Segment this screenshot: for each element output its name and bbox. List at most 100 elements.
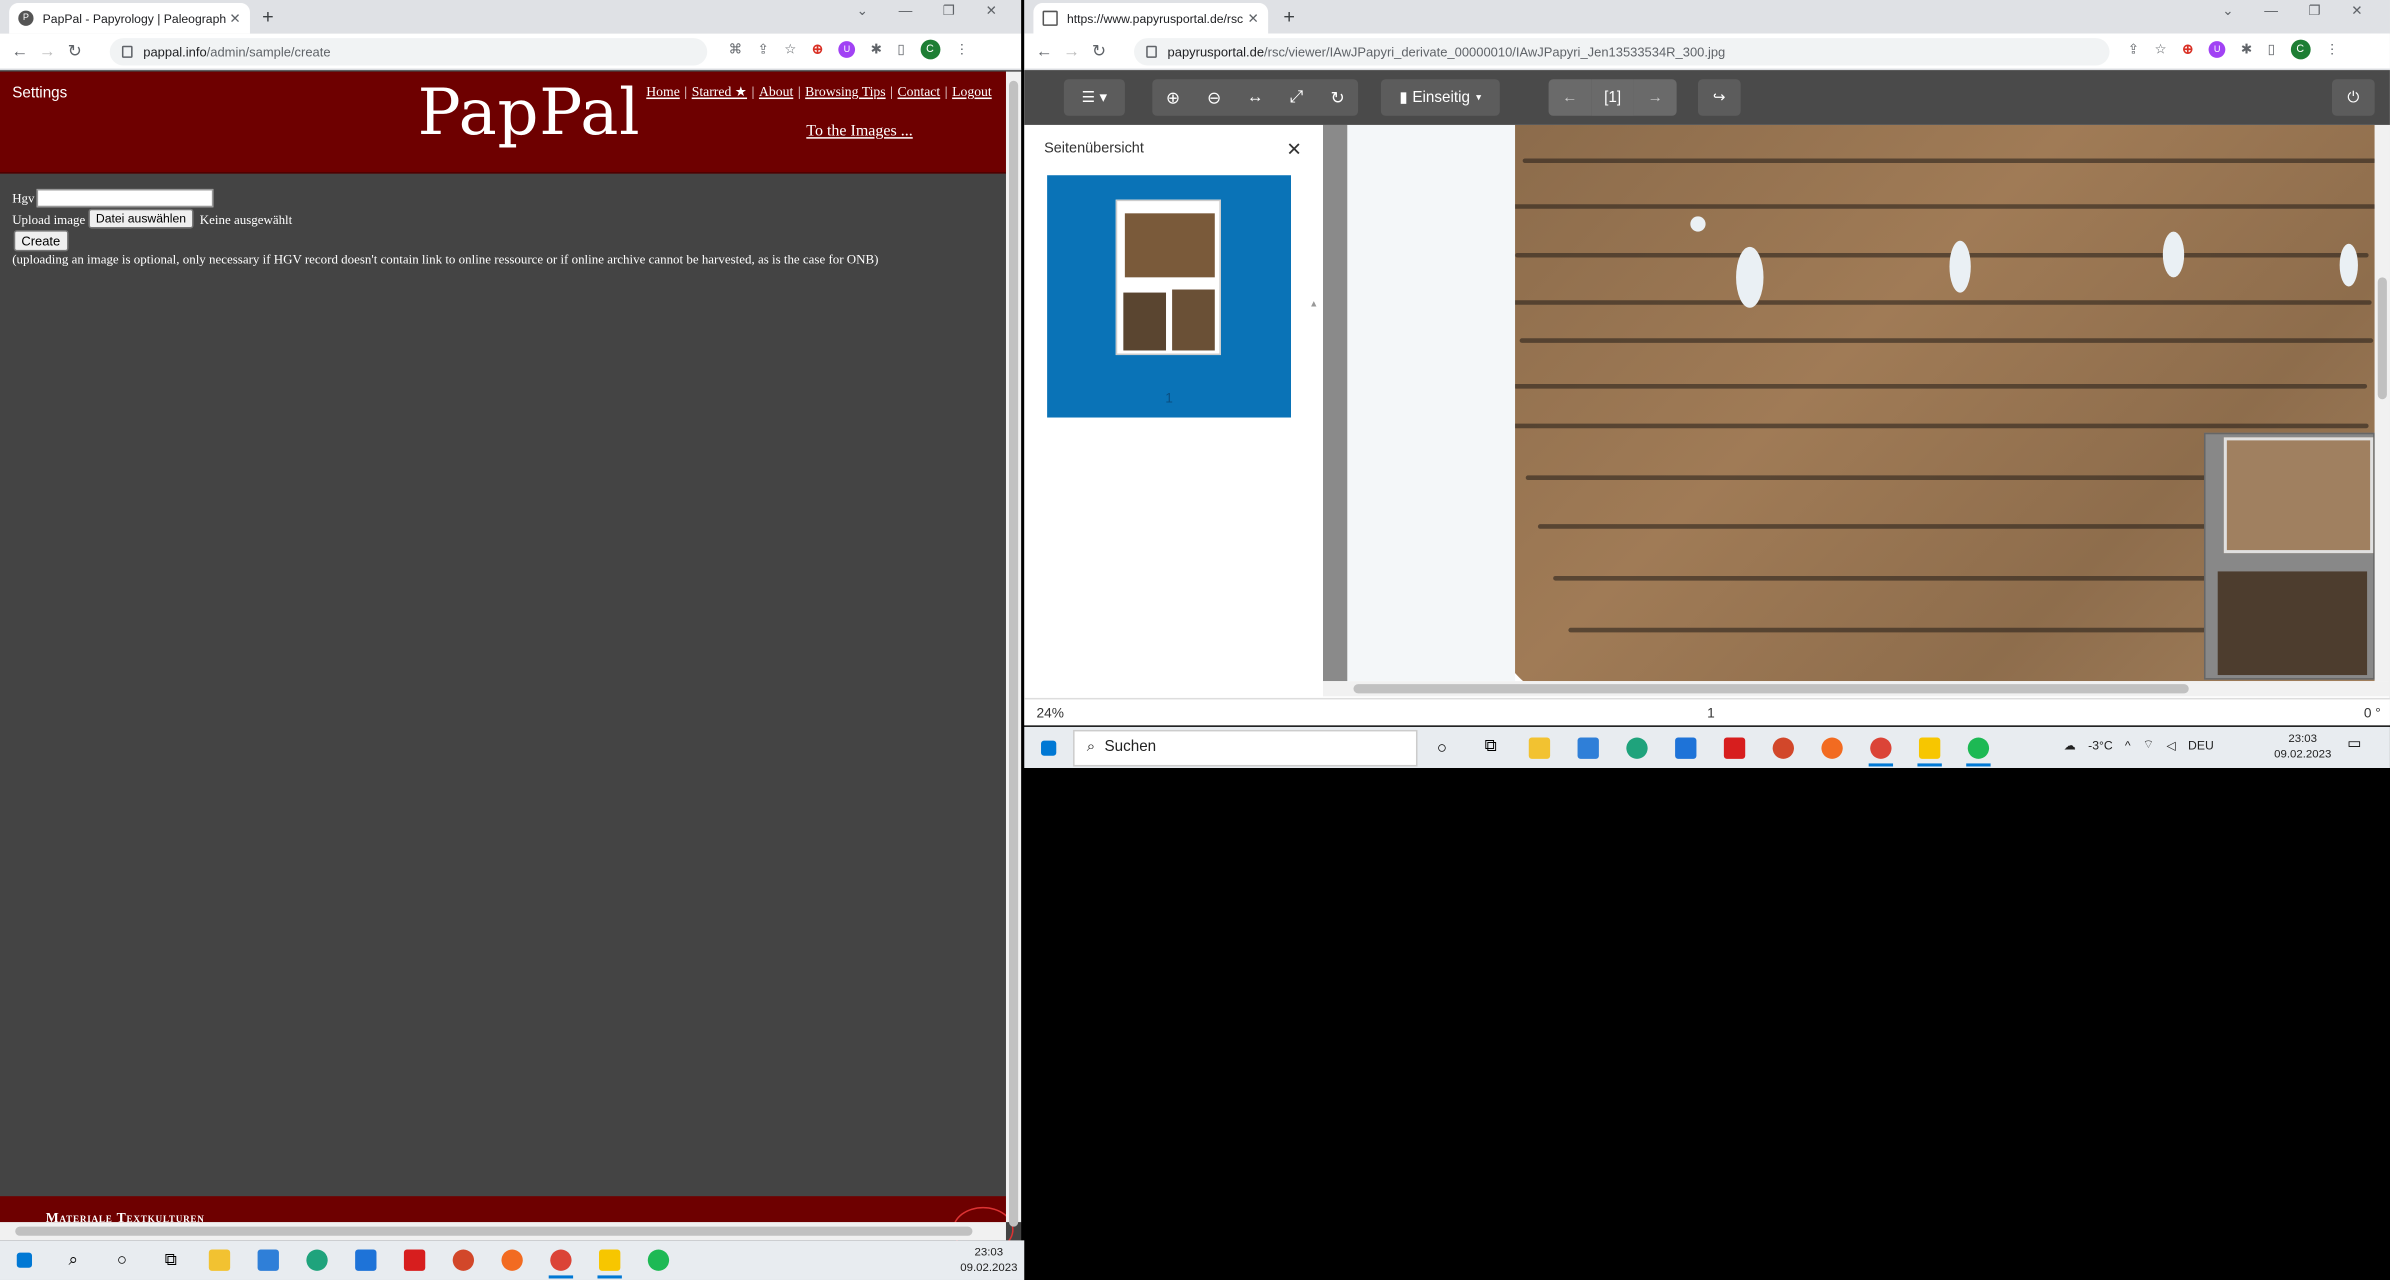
extensions-puzzle-icon[interactable]: ✱ xyxy=(871,41,883,58)
nav-browsing-tips[interactable]: Browsing Tips xyxy=(805,84,885,99)
share-icon[interactable]: ⇪ xyxy=(758,41,770,58)
reload-icon[interactable]: ↻ xyxy=(61,41,88,61)
cortana-icon[interactable]: ○ xyxy=(1418,727,1467,768)
spotify-icon[interactable] xyxy=(634,1240,683,1280)
scroll-thumb[interactable] xyxy=(1353,684,2189,694)
edge-icon[interactable] xyxy=(1613,727,1662,768)
translate-icon[interactable]: ⌘ xyxy=(729,41,743,58)
chrome-icon[interactable] xyxy=(1856,727,1905,768)
nav-starred[interactable]: Starred ★ xyxy=(692,84,747,99)
close-tab-icon[interactable]: ✕ xyxy=(1247,10,1259,27)
tab-search-icon[interactable]: ⌄ xyxy=(2222,3,2234,20)
choose-file-button[interactable]: Datei auswählen xyxy=(88,208,194,229)
task-view-icon[interactable]: ⧉ xyxy=(1466,727,1515,768)
weather-temp[interactable]: -3°C xyxy=(2088,738,2113,752)
extension-red-icon[interactable]: ⊕ xyxy=(2182,41,2194,58)
file-explorer-icon[interactable] xyxy=(1515,727,1564,768)
left-clock[interactable]: 23:03 09.02.2023 xyxy=(960,1245,1017,1275)
notifications-icon[interactable]: ▭ xyxy=(2347,736,2361,753)
tab-pappal[interactable]: P PapPal - Papyrology | Paleograph ✕ xyxy=(9,3,250,34)
previous-page-icon[interactable]: ← xyxy=(1548,79,1592,116)
tab-papyrusportal[interactable]: https://www.papyrusportal.de/rsc ✕ xyxy=(1033,3,1269,34)
zoom-in-icon[interactable]: ⊕ xyxy=(1152,79,1193,116)
mail-icon[interactable] xyxy=(341,1240,390,1280)
nav-home[interactable]: Home xyxy=(646,84,680,99)
forward-icon[interactable]: → xyxy=(34,42,61,60)
windows-start-icon[interactable] xyxy=(1024,727,1073,768)
notes-app-icon[interactable] xyxy=(585,1240,634,1280)
forward-icon[interactable]: → xyxy=(1058,42,1085,60)
nav-about[interactable]: About xyxy=(759,84,793,99)
zoom-out-icon[interactable]: ⊖ xyxy=(1193,79,1234,116)
windows-start-icon[interactable] xyxy=(0,1240,49,1280)
notes-app-icon[interactable] xyxy=(1905,727,1954,768)
restore-icon[interactable]: ❐ xyxy=(943,3,955,20)
search-icon[interactable]: ⌕ xyxy=(49,1240,98,1280)
file-explorer-icon[interactable] xyxy=(195,1240,244,1280)
store-icon[interactable] xyxy=(1564,727,1613,768)
pappal-logo[interactable]: PapPal xyxy=(418,75,641,150)
close-window-icon[interactable]: ✕ xyxy=(986,3,998,20)
side-panel-icon[interactable]: ▯ xyxy=(897,41,905,58)
weather-icon[interactable]: ☁ xyxy=(2064,738,2076,752)
close-viewer-button[interactable]: ⏻ xyxy=(2332,79,2375,116)
nav-contact[interactable]: Contact xyxy=(898,84,941,99)
left-vertical-scrollbar[interactable] xyxy=(1005,71,1022,1227)
powerpoint-icon[interactable] xyxy=(439,1240,488,1280)
extension-purple-icon[interactable]: U xyxy=(838,41,856,58)
viewer-vertical-scrollbar[interactable] xyxy=(2374,124,2390,682)
page-thumbnail[interactable]: 1 xyxy=(1047,175,1291,418)
tab-search-icon[interactable]: ⌄ xyxy=(857,3,869,20)
cortana-icon[interactable]: ○ xyxy=(98,1240,147,1280)
menu-kebab-icon[interactable]: ⋮ xyxy=(2325,41,2339,58)
powerpoint-icon[interactable] xyxy=(1759,727,1808,768)
close-tab-icon[interactable]: ✕ xyxy=(229,10,241,27)
fit-width-icon[interactable]: ↔ xyxy=(1235,79,1276,116)
left-horizontal-scrollbar[interactable] xyxy=(0,1222,1006,1241)
nav-logout[interactable]: Logout xyxy=(952,84,992,99)
scroll-thumb[interactable] xyxy=(15,1226,973,1236)
scroll-thumb[interactable] xyxy=(2377,277,2387,400)
extensions-puzzle-icon[interactable]: ✱ xyxy=(2241,41,2253,58)
language-indicator[interactable]: DEU xyxy=(2188,738,2214,752)
share-icon[interactable]: ⇪ xyxy=(2128,41,2140,58)
address-bar[interactable]: papyrusportal.de/rsc/viewer/IAwJPapyri_d… xyxy=(1134,38,2110,66)
new-tab-icon[interactable]: + xyxy=(1283,5,1295,28)
side-panel-icon[interactable]: ▯ xyxy=(2268,41,2276,58)
close-window-icon[interactable]: ✕ xyxy=(2351,3,2363,20)
share-button[interactable]: ↪ xyxy=(1697,79,1741,116)
taskbar-search-box[interactable]: ⌕ Suchen xyxy=(1073,729,1418,766)
menu-dropdown-button[interactable]: ☰ ▾ xyxy=(1063,79,1125,116)
chrome-icon[interactable] xyxy=(537,1240,586,1280)
new-tab-icon[interactable]: + xyxy=(262,5,274,28)
rotate-icon[interactable]: ↻ xyxy=(1317,79,1358,116)
extension-purple-icon[interactable]: U xyxy=(2208,41,2226,58)
volume-icon[interactable]: ◁ xyxy=(2166,738,2175,752)
network-icon[interactable]: ⌔ xyxy=(2143,738,2154,753)
chevron-up-icon[interactable]: ^ xyxy=(2125,738,2131,752)
profile-avatar[interactable]: C xyxy=(2290,39,2311,60)
address-bar[interactable]: pappal.info/admin/sample/create xyxy=(109,38,708,66)
acrobat-icon[interactable] xyxy=(390,1240,439,1280)
page-indicator[interactable]: [1] xyxy=(1591,79,1634,116)
minimize-icon[interactable]: — xyxy=(899,3,913,20)
profile-avatar[interactable]: C xyxy=(920,39,940,60)
task-view-icon[interactable]: ⧉ xyxy=(146,1240,195,1280)
spotify-icon[interactable] xyxy=(1954,727,2003,768)
create-button[interactable]: Create xyxy=(13,230,68,252)
restore-icon[interactable]: ❐ xyxy=(2308,3,2320,20)
viewer-horizontal-scrollbar[interactable] xyxy=(1323,681,2390,697)
scroll-thumb[interactable] xyxy=(1009,80,1019,1227)
sidebar-splitter[interactable] xyxy=(1323,124,1348,682)
firefox-icon[interactable] xyxy=(1808,727,1857,768)
layout-dropdown[interactable]: ▮ Einseitig ▾ xyxy=(1380,79,1500,116)
store-icon[interactable] xyxy=(244,1240,293,1280)
back-icon[interactable]: ← xyxy=(6,42,33,60)
mail-icon[interactable] xyxy=(1661,727,1710,768)
close-icon[interactable]: ✕ xyxy=(1286,139,1301,160)
reload-icon[interactable]: ↻ xyxy=(1085,41,1112,61)
firefox-icon[interactable] xyxy=(488,1240,537,1280)
fit-screen-icon[interactable]: ⤢ xyxy=(1276,79,1317,116)
back-icon[interactable]: ← xyxy=(1030,42,1057,60)
acrobat-icon[interactable] xyxy=(1710,727,1759,768)
